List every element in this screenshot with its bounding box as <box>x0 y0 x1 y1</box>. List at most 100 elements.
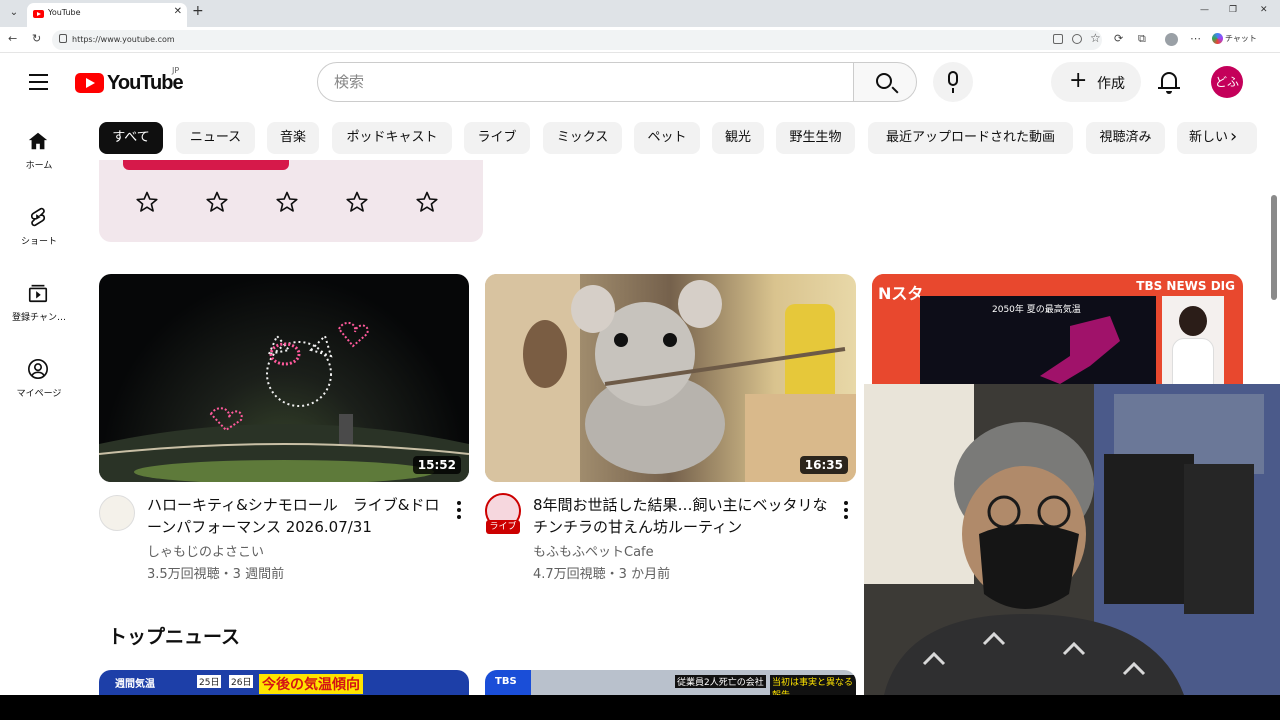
video-thumbnail[interactable]: 15:52 <box>99 274 469 482</box>
star-icon[interactable] <box>345 190 369 214</box>
chip-mix[interactable]: ミックス <box>543 122 622 154</box>
back-icon[interactable]: ← <box>8 32 17 45</box>
copilot-chat-button[interactable]: チャット <box>1212 33 1257 44</box>
logo-text: YouTube <box>107 72 184 94</box>
chip-recently-uploaded[interactable]: 最近アップロードされた動画 <box>868 122 1073 154</box>
url-text: https://www.youtube.com <box>72 35 175 44</box>
scrollbar-thumb[interactable] <box>1271 195 1277 300</box>
chip-all[interactable]: すべて <box>99 122 163 154</box>
filter-chips-bar: すべて ニュース 音楽 ポッドキャスト ライブ ミックス ペット 観光 野生生物… <box>99 122 1259 154</box>
sidebar-item-label: ホーム <box>25 161 53 171</box>
account-avatar[interactable]: どふ <box>1211 66 1243 98</box>
news-thumb-text: 25日 <box>197 675 222 688</box>
presenter-image <box>1162 296 1224 386</box>
microphone-icon <box>948 71 958 86</box>
browser-profile-icon[interactable] <box>1165 33 1178 46</box>
browser-tab[interactable]: YouTube ✕ <box>27 3 187 27</box>
thumb-brand: Nスタ <box>878 284 924 303</box>
voice-search-button[interactable] <box>933 62 973 102</box>
chip-live[interactable]: ライブ <box>464 122 530 154</box>
chinchilla-image <box>485 274 856 482</box>
youtube-logo[interactable]: YouTube JP <box>75 66 195 95</box>
plus-icon: + <box>1069 68 1088 93</box>
create-button[interactable]: + 作成 <box>1051 62 1141 102</box>
news-thumbnail[interactable]: TBS 従業員2人死亡の会社 当初は事実と異なる報告 <box>485 670 856 695</box>
sidebar-item-subscriptions[interactable]: 登録チャン… <box>0 262 78 334</box>
video-title[interactable]: 8年間お世話した結果…飼い主にベッタリなチンチラの甘えん坊ルーティン <box>533 494 833 538</box>
chip-pets[interactable]: ペット <box>634 122 700 154</box>
search-input[interactable] <box>334 72 834 92</box>
chip-tourism[interactable]: 観光 <box>712 122 764 154</box>
new-tab-button[interactable]: + <box>192 3 204 19</box>
star-icon[interactable] <box>135 190 159 214</box>
youtube-favicon-icon <box>33 10 44 18</box>
video-duration: 16:35 <box>799 456 848 474</box>
webcam-overlay <box>864 384 1280 695</box>
chip-music[interactable]: 音楽 <box>267 122 319 154</box>
star-icon[interactable] <box>415 190 439 214</box>
channel-avatar[interactable] <box>99 495 135 531</box>
japan-map-image <box>1040 316 1120 384</box>
chevron-right-icon[interactable]: › <box>1230 126 1237 147</box>
bell-clapper <box>1166 91 1172 94</box>
reload-icon[interactable]: ↻ <box>32 32 41 45</box>
survey-accent-bar <box>123 160 289 170</box>
search-icon <box>876 73 892 89</box>
copilot-icon <box>1212 33 1223 44</box>
url-box[interactable]: https://www.youtube.com <box>52 30 1102 50</box>
video-title[interactable]: ハローキティ&シナモロール ライブ&ドローンパフォーマンス 2026.07/31 <box>147 494 447 538</box>
news-thumb-text: 今後の気温傾向 <box>259 674 363 694</box>
section-title-top-news: トップニュース <box>108 626 241 648</box>
site-info-icon[interactable] <box>59 34 67 43</box>
chip-new[interactable]: 新しい <box>1177 122 1257 154</box>
app-icon[interactable] <box>1053 34 1063 44</box>
zoom-icon[interactable] <box>1072 34 1082 44</box>
channel-name[interactable]: もふもふペットCafe <box>533 541 654 560</box>
star-icon[interactable] <box>275 190 299 214</box>
chip-news[interactable]: ニュース <box>176 122 255 154</box>
news-thumb-text: TBS <box>485 670 531 695</box>
chip-wildlife[interactable]: 野生生物 <box>776 122 855 154</box>
chip-podcast[interactable]: ポッドキャスト <box>332 122 452 154</box>
video-meta: 3.5万回視聴・3 週間前 <box>147 567 285 582</box>
notifications-bell-icon[interactable] <box>1158 70 1180 94</box>
extensions-icon[interactable]: ⟳ <box>1114 32 1123 45</box>
tab-title: YouTube <box>48 8 81 17</box>
minimize-icon[interactable]: — <box>1200 5 1209 15</box>
tab-close-icon[interactable]: ✕ <box>174 6 182 17</box>
sidebar-item-shorts[interactable]: ショート <box>0 186 78 258</box>
collections-icon[interactable]: ⧉ <box>1138 32 1146 46</box>
news-thumb-text: 26日 <box>229 675 254 688</box>
menu-icon[interactable] <box>29 74 48 95</box>
home-icon <box>28 132 48 150</box>
drone-show-image <box>99 321 469 482</box>
tab-list-menu-icon[interactable]: ⌄ <box>4 4 24 22</box>
region-code: JP <box>172 66 180 75</box>
star-icon[interactable] <box>205 190 229 214</box>
browser-address-bar: ← ↻ https://www.youtube.com ☆ ⟳ ⧉ ⋯ <box>0 27 1280 53</box>
news-thumbnail[interactable]: 週間気温 25日 26日 今後の気温傾向 <box>99 670 469 695</box>
video-thumbnail[interactable]: 16:35 <box>485 274 856 482</box>
window-close-icon[interactable]: ✕ <box>1260 5 1268 15</box>
microphone-stand <box>952 88 954 93</box>
favorite-star-icon[interactable]: ☆ <box>1090 31 1101 45</box>
more-actions-icon[interactable] <box>844 501 848 522</box>
screen: ⌄ YouTube ✕ + — ❐ ✕ ← ↻ https://www.yout… <box>0 0 1280 695</box>
sidebar-item-label: マイページ <box>16 389 62 399</box>
sidebar-item-mypage[interactable]: マイページ <box>0 338 78 410</box>
browser-tab-bar: ⌄ YouTube ✕ + — ❐ ✕ <box>0 0 1280 27</box>
more-actions-icon[interactable] <box>457 501 461 522</box>
restore-icon[interactable]: ❐ <box>1229 5 1237 15</box>
search-button[interactable] <box>853 62 917 102</box>
sidebar-item-home[interactable]: ホーム <box>0 110 78 182</box>
channel-name[interactable]: しゃもじのよさこい <box>147 541 264 560</box>
more-menu-icon[interactable]: ⋯ <box>1190 32 1201 45</box>
survey-card <box>99 160 483 242</box>
thumb-source: TBS NEWS DIG <box>1136 279 1235 293</box>
news-thumb-text: 当初は事実と異なる報告 <box>770 675 856 695</box>
chip-watched[interactable]: 視聴済み <box>1086 122 1165 154</box>
youtube-play-icon <box>75 73 104 93</box>
bell-base <box>1158 87 1180 89</box>
search-box <box>317 62 854 102</box>
news-thumb-text: 週間気温 <box>115 679 155 690</box>
